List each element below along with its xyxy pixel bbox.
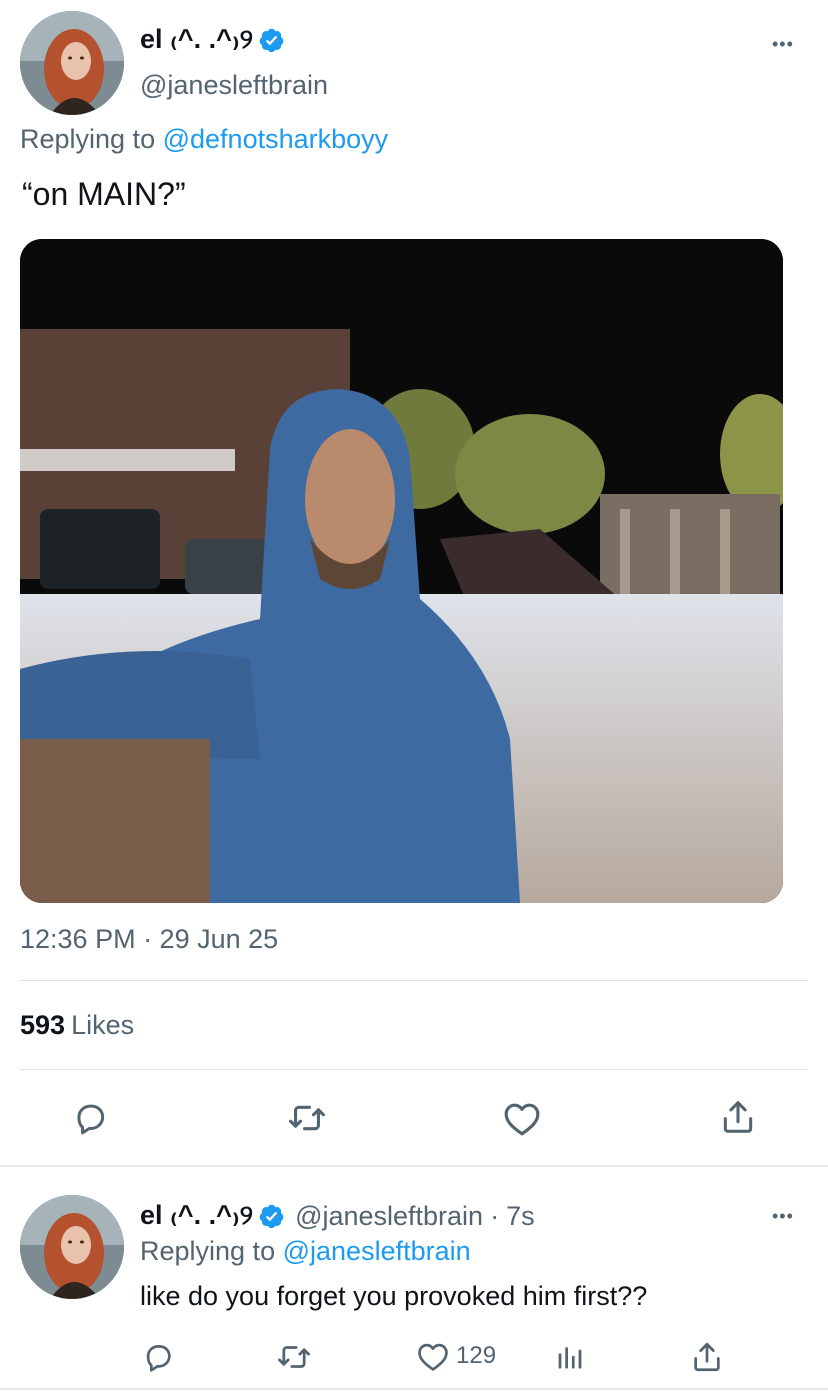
divider (20, 1069, 808, 1070)
display-name[interactable]: el ₍^. .^₎୨ (140, 24, 253, 56)
analytics-button[interactable] (555, 1341, 585, 1371)
avatar-photo (20, 1195, 124, 1299)
avatar[interactable] (20, 11, 124, 115)
replying-to: Replying to @defnotsharkboyy (20, 124, 388, 155)
reply-icon (146, 1345, 171, 1372)
author-name-row[interactable]: el ₍^. .^₎୨ (140, 24, 285, 56)
tweet-media[interactable] (20, 239, 783, 903)
media-image (20, 239, 783, 903)
reply-time[interactable]: 7s (506, 1201, 535, 1232)
verified-badge-icon (258, 1203, 285, 1230)
bottom-divider (0, 1388, 828, 1390)
replying-to-handle[interactable]: @janesleftbrain (283, 1236, 471, 1266)
retweet-button[interactable] (276, 1341, 312, 1373)
tweet-text: “on MAIN?” (22, 176, 186, 212)
reply-icon (77, 1104, 105, 1135)
replying-to-handle[interactable]: @defnotsharkboyy (163, 124, 389, 154)
avatar[interactable] (20, 1195, 124, 1299)
retweet-icon (289, 1105, 325, 1131)
replying-to-prefix: Replying to (140, 1236, 276, 1266)
likes-summary[interactable]: 593 Likes (20, 1010, 134, 1041)
likes-count: 593 (20, 1010, 66, 1040)
share-button[interactable] (719, 1098, 757, 1136)
avatar-photo (20, 11, 124, 115)
divider (20, 980, 808, 981)
replying-to-prefix: Replying to (20, 124, 156, 154)
replying-to: Replying to @janesleftbrain (140, 1236, 471, 1267)
share-icon (723, 1101, 753, 1133)
analytics-icon (558, 1347, 582, 1369)
tweet-timestamp[interactable]: 12:36 PM · 29 Jun 25 (20, 924, 278, 955)
like-icon (504, 1103, 540, 1136)
reply-button[interactable] (141, 1340, 175, 1374)
reply-button[interactable] (71, 1099, 109, 1137)
like-count: 129 (456, 1342, 497, 1369)
share-icon (694, 1342, 720, 1372)
likes-label: Likes (71, 1010, 135, 1040)
reply-text: like do you forget you provoked him firs… (140, 1281, 648, 1311)
author-name-row[interactable]: el ₍^. .^₎୨ @janesleftbrain · 7s (140, 1200, 535, 1232)
like-icon (418, 1343, 448, 1371)
share-button[interactable] (690, 1340, 724, 1374)
more-options-icon[interactable]: ••• (772, 1206, 794, 1226)
like-button[interactable]: 129 (416, 1340, 496, 1372)
more-options-icon[interactable]: ••• (772, 34, 794, 54)
retweet-icon (278, 1346, 310, 1368)
display-name[interactable]: el ₍^. .^₎୨ (140, 1200, 253, 1232)
like-button[interactable] (502, 1099, 542, 1137)
time-separator: · (490, 1200, 500, 1231)
section-divider (0, 1165, 828, 1167)
retweet-button[interactable] (287, 1100, 327, 1136)
verified-badge-icon (258, 27, 285, 54)
author-handle[interactable]: @janesleftbrain (295, 1201, 483, 1232)
author-handle[interactable]: @janesleftbrain (140, 70, 328, 101)
